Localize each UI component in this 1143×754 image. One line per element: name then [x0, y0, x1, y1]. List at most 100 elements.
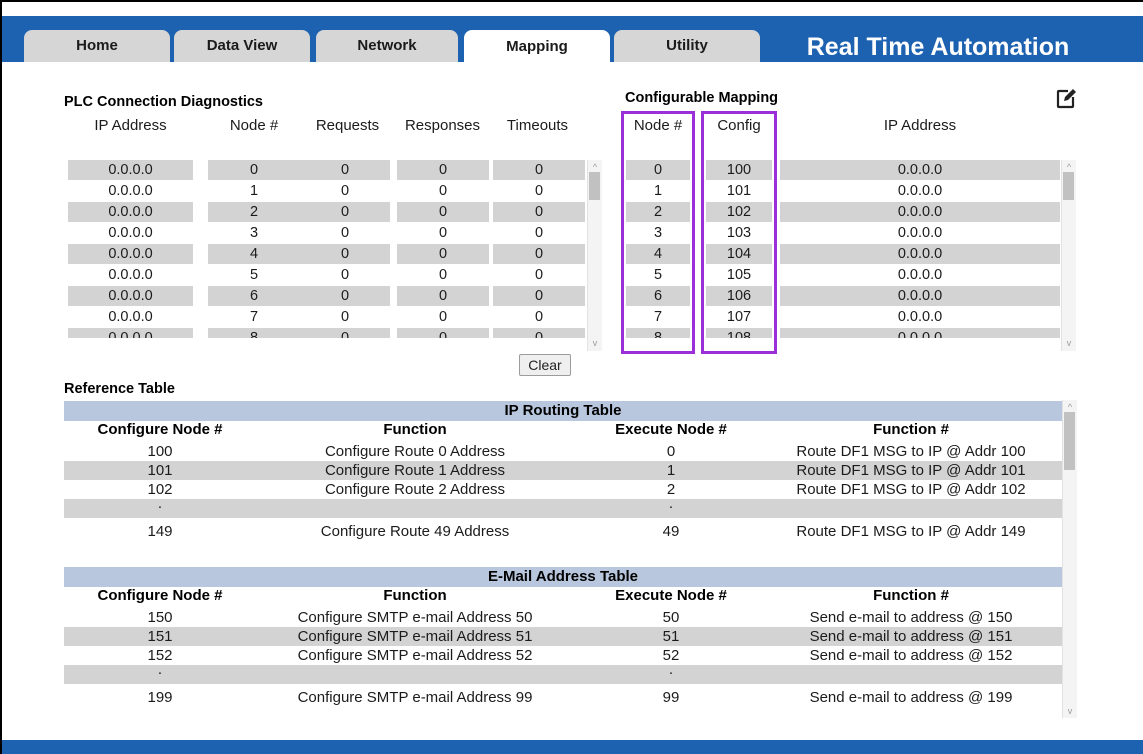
diag-timeouts-cell: 0	[493, 202, 585, 222]
scroll-down-icon[interactable]: v	[588, 338, 602, 348]
map-ip-cell[interactable]: 0.0.0.0	[780, 328, 1060, 338]
reference-scroll-thumb[interactable]	[1064, 412, 1075, 470]
diag-ip-cell: 0.0.0.0	[108, 225, 153, 241]
reference-cell	[761, 499, 1061, 518]
clear-button[interactable]: Clear	[519, 354, 571, 376]
map-ip-cell[interactable]: 0.0.0.0	[780, 286, 1060, 306]
reference-column-header: Function	[383, 587, 447, 604]
diag-timeouts-cell: 0	[493, 286, 585, 306]
diag-timeouts-cell: 0	[534, 183, 544, 199]
map-ip-cell[interactable]: 0.0.0.0	[780, 265, 1060, 285]
diag-requests-cell: 0	[340, 225, 350, 241]
map-ip-cell[interactable]: 0.0.0.0	[780, 202, 1060, 222]
diag-requests-cell: 0	[300, 160, 390, 180]
map-ip-cell[interactable]: 0.0.0.0	[780, 244, 1060, 264]
reference-column-header: Configure Node #	[97, 421, 223, 438]
reference-column-header: Configure Node #	[97, 587, 223, 604]
reference-cell: Configure Route 2 Address	[324, 481, 506, 498]
diag-node-cell: 8	[208, 328, 300, 338]
diag-requests-cell: 0	[300, 244, 390, 264]
diag-timeouts-cell: 0	[493, 160, 585, 180]
tab-mapping[interactable]: Mapping	[464, 30, 610, 66]
mapping-scroll-thumb[interactable]	[1063, 172, 1074, 200]
reference-cell: Configure Route 49 Address	[320, 523, 510, 540]
scroll-up-icon[interactable]: ^	[1062, 162, 1076, 172]
reference-cell: Configure SMTP e-mail Address 51	[297, 628, 533, 645]
tab-home[interactable]: Home	[24, 30, 170, 62]
diag-requests-cell: 0	[300, 202, 390, 222]
diagnostics-title: PLC Connection Diagnostics	[64, 94, 263, 110]
map-ip-cell[interactable]: 0.0.0.0	[780, 223, 1060, 243]
map-ip-cell[interactable]: 0.0.0.0	[780, 181, 1060, 201]
diagnostics-scroll-thumb[interactable]	[589, 172, 600, 200]
reference-cell: Route DF1 MSG to IP @ Addr 149	[796, 523, 1026, 540]
reference-cell	[761, 665, 1061, 684]
map-ip-cell[interactable]: 0.0.0.0	[780, 160, 1060, 180]
diag-col-responses: Responses	[404, 117, 481, 134]
mapping-title: Configurable Mapping	[625, 90, 779, 106]
diag-requests-cell: 0	[340, 183, 350, 199]
reference-cell: Route DF1 MSG to IP @ Addr 101	[796, 462, 1026, 479]
reference-cell: Configure Route 1 Address	[324, 462, 506, 479]
diag-requests-cell: 0	[300, 328, 390, 338]
scroll-down-icon[interactable]: v	[1062, 338, 1076, 348]
diag-col-timeouts: Timeouts	[506, 117, 569, 134]
reference-table-title: E-Mail Address Table	[487, 568, 639, 585]
table-row: 151 Configure SMTP e-mail Address 51 51 Sen…	[64, 627, 1062, 646]
tab-network[interactable]: Network	[316, 30, 458, 62]
reference-column-header: Execute Node #	[615, 587, 727, 604]
diag-requests-cell: 0	[340, 267, 350, 283]
scroll-up-icon[interactable]: ^	[588, 162, 602, 172]
edit-icon[interactable]	[1055, 88, 1077, 110]
diag-node-cell: 6	[208, 286, 300, 306]
diag-node-cell: 7	[249, 309, 259, 325]
diag-responses-cell: 0	[438, 267, 448, 283]
diag-responses-cell: 0	[397, 202, 489, 222]
diag-node-cell: 1	[249, 183, 259, 199]
diag-responses-cell: 0	[397, 160, 489, 180]
reference-cell: Configure Route 0 Address	[324, 443, 506, 460]
scroll-up-icon[interactable]: ^	[1063, 402, 1077, 412]
diag-timeouts-cell: 0	[534, 267, 544, 283]
reference-cell: .	[157, 495, 163, 512]
reference-cell: Send e-mail to address @ 150	[809, 609, 1013, 626]
diag-responses-cell: 0	[397, 286, 489, 306]
table-row: ..	[64, 496, 1062, 518]
reference-cell: 51	[662, 628, 680, 645]
reference-cell: 101	[147, 462, 173, 479]
diag-ip-cell: 0.0.0.0	[68, 202, 193, 222]
reference-cell: Configure SMTP e-mail Address 99	[297, 689, 533, 706]
reference-cell: .	[157, 661, 163, 678]
table-row: 101 Configure Route 1 Address 1 Route DF1 M…	[64, 461, 1062, 480]
diag-node-cell: 3	[249, 225, 259, 241]
map-ip-cell[interactable]: 0.0.0.0	[780, 307, 1060, 327]
reference-cell: 99	[662, 689, 680, 706]
highlight-node-column	[621, 111, 695, 354]
reference-cell: 100	[147, 443, 173, 460]
diag-requests-cell: 0	[340, 309, 350, 325]
diag-ip-cell: 0.0.0.0	[68, 328, 193, 338]
reference-cell: Configure SMTP e-mail Address 52	[297, 647, 533, 664]
reference-cell: Route DF1 MSG to IP @ Addr 100	[796, 443, 1026, 460]
diag-timeouts-cell: 0	[534, 225, 544, 241]
reference-cell: .	[668, 661, 674, 678]
reference-cell: Send e-mail to address @ 199	[809, 689, 1013, 706]
diag-timeouts-cell: 0	[493, 244, 585, 264]
diag-responses-cell: 0	[438, 225, 448, 241]
diag-ip-cell: 0.0.0.0	[108, 183, 153, 199]
diag-ip-cell: 0.0.0.0	[68, 160, 193, 180]
tab-utility[interactable]: Utility	[614, 30, 760, 62]
table-row: 199 Configure SMTP e-mail Address 99 99 Sen…	[64, 688, 1062, 707]
diag-node-cell: 4	[208, 244, 300, 264]
reference-cell	[265, 665, 565, 684]
reference-cell: Route DF1 MSG to IP @ Addr 102	[796, 481, 1026, 498]
diag-node-cell: 2	[208, 202, 300, 222]
reference-cell	[265, 499, 565, 518]
reference-cell: 0	[666, 443, 676, 460]
diag-col-requests: Requests	[315, 117, 380, 134]
highlight-config-column	[701, 111, 777, 354]
reference-column-header: Execute Node #	[615, 421, 727, 438]
tab-data-view[interactable]: Data View	[174, 30, 310, 62]
diag-responses-cell: 0	[438, 183, 448, 199]
scroll-down-icon[interactable]: v	[1063, 706, 1077, 716]
